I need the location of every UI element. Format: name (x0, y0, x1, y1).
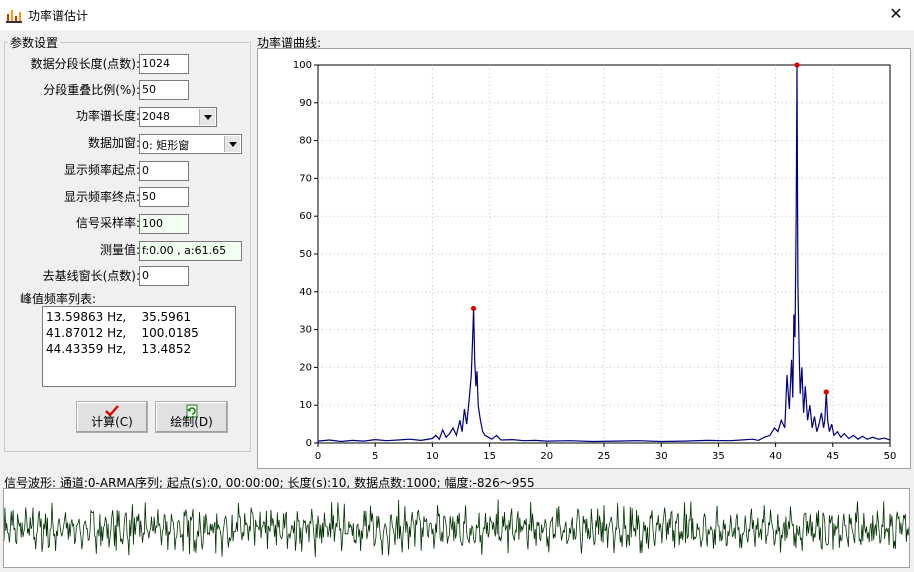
title-bar: 功率谱估计 ✕ (0, 0, 914, 30)
peak-list[interactable]: 13.59863 Hz, 35.5961 41.87012 Hz, 100.01… (42, 306, 236, 387)
peak-marker (794, 62, 800, 68)
y-tick-label: 10 (299, 400, 312, 411)
overlap-ratio-input[interactable]: 50 (139, 80, 189, 100)
x-tick-label: 0 (315, 451, 321, 462)
window-func-value: 0: 矩形窗 (142, 139, 190, 152)
y-tick-label: 70 (299, 173, 312, 184)
peak-list-label: 峰值频率列表: (20, 292, 97, 306)
y-tick-label: 30 (299, 325, 312, 336)
x-tick-label: 20 (540, 451, 553, 462)
measure-label: 测量值: (99, 243, 140, 257)
baseline-window-input[interactable]: 0 (139, 266, 189, 286)
params-group-title: 参数设置 (8, 34, 61, 51)
freq-end-input[interactable]: 50 (139, 187, 189, 207)
calc-button-label: 计算(C) (91, 415, 133, 429)
waveform-line (3, 499, 910, 558)
waveform-chart (3, 499, 910, 558)
sample-rate-label: 信号采样率: (75, 216, 140, 230)
y-tick-label: 60 (299, 211, 312, 222)
y-tick-label: 100 (293, 60, 312, 71)
segment-length-label: 数据分段长度(点数): (30, 57, 140, 71)
chart-icon (6, 10, 22, 23)
freq-end-label: 显示频率终点: (63, 190, 140, 204)
y-tick-label: 0 (306, 438, 312, 449)
window-func-select[interactable]: 0: 矩形窗 (139, 134, 242, 154)
y-tick-label: 80 (299, 136, 312, 147)
sample-rate-input: 100 (139, 214, 189, 234)
x-tick-label: 35 (712, 451, 725, 462)
freq-start-label: 显示频率起点: (63, 163, 140, 177)
spectrum-length-label: 功率谱长度: (75, 109, 140, 123)
peak-marker (470, 305, 477, 312)
x-tick-label: 25 (598, 451, 611, 462)
x-tick-label: 50 (884, 451, 897, 462)
chevron-down-icon[interactable] (224, 136, 240, 152)
draw-button-label: 绘制(D) (170, 415, 213, 429)
window-func-label: 数据加窗: (87, 136, 140, 150)
y-tick-label: 20 (299, 362, 312, 373)
freq-start-input[interactable]: 0 (139, 161, 189, 181)
calc-button[interactable]: 计算(C) (76, 401, 148, 433)
y-tick-label: 40 (299, 287, 312, 298)
close-icon: ✕ (889, 4, 903, 23)
measure-value: f:0.00 , a:61.65 (139, 241, 242, 261)
close-button[interactable]: ✕ (878, 0, 914, 28)
waveform-panel[interactable] (3, 488, 910, 568)
x-tick-label: 10 (426, 451, 439, 462)
y-tick-label: 90 (299, 98, 312, 109)
x-tick-label: 45 (826, 451, 839, 462)
x-tick-label: 15 (483, 451, 496, 462)
x-tick-label: 5 (372, 451, 378, 462)
chevron-down-icon[interactable] (199, 109, 215, 125)
spectrum-chart: 0 5 10 15 20 25 30 35 40 45 50 0 10 20 30 40 50 60 70 80 90 1… (293, 60, 897, 462)
spectrum-chart-panel[interactable]: 0 5 10 15 20 25 30 35 40 45 50 0 10 20 30 40 50 60 70 80 90 1… (257, 48, 911, 469)
peak-marker (823, 389, 829, 395)
x-tick-label: 40 (769, 451, 782, 462)
window-title: 功率谱估计 (28, 9, 89, 23)
overlap-ratio-label: 分段重叠比例(%): (43, 83, 140, 97)
baseline-window-label: 去基线窗长(点数): (42, 269, 140, 283)
spectrum-length-select[interactable]: 2048 (139, 107, 217, 127)
draw-button[interactable]: 绘制(D) (155, 401, 228, 433)
segment-length-input[interactable]: 1024 (139, 54, 189, 74)
x-tick-label: 30 (655, 451, 668, 462)
y-tick-label: 50 (299, 249, 312, 260)
spectrum-length-value: 2048 (142, 110, 170, 123)
